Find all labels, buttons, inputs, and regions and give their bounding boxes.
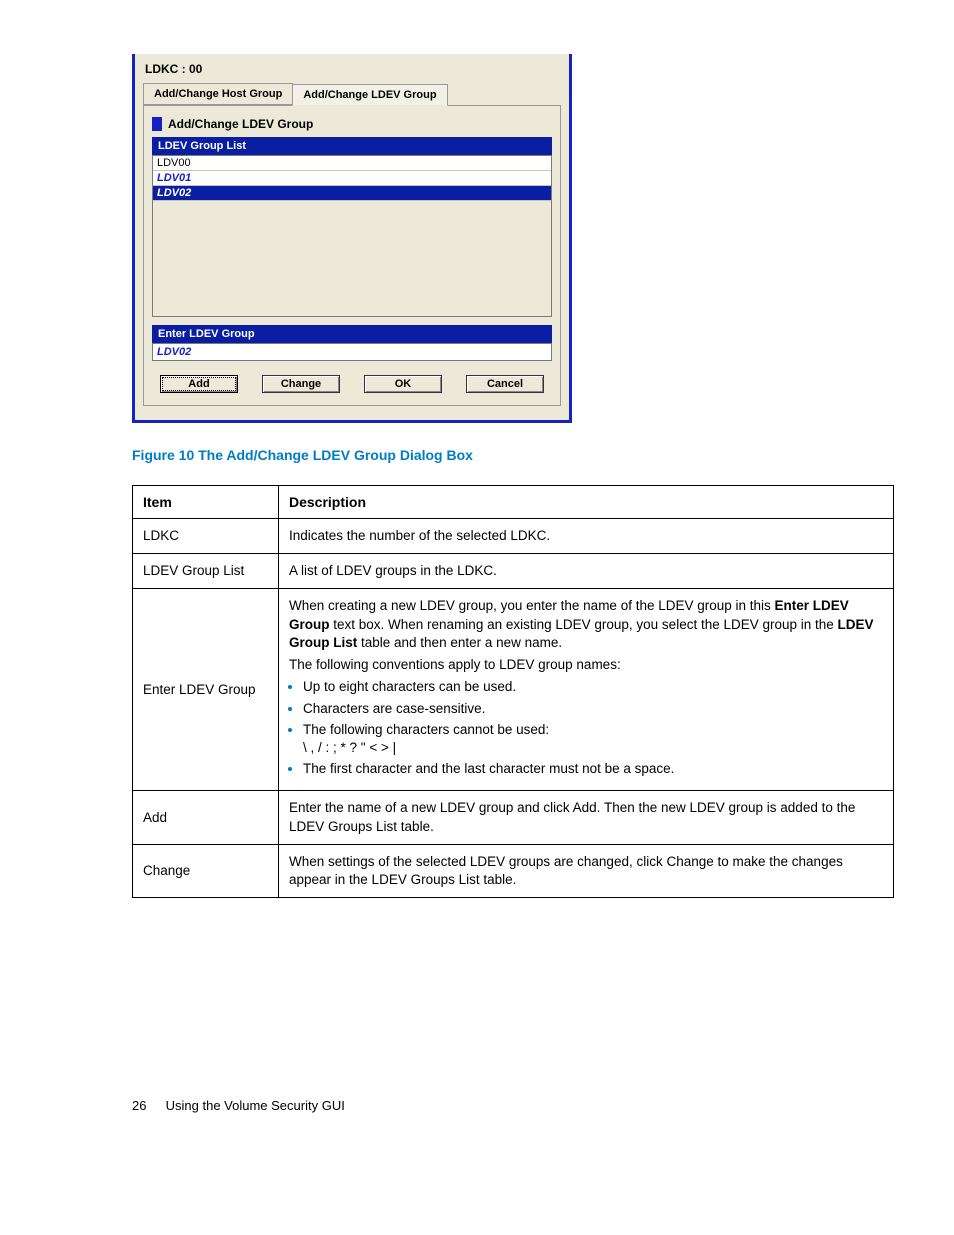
tab-host-group[interactable]: Add/Change Host Group — [143, 83, 293, 105]
list-item: The following characters cannot be used:… — [303, 721, 883, 757]
list-item[interactable]: LDV02 — [153, 186, 551, 201]
cell-desc: When creating a new LDEV group, you ente… — [279, 589, 894, 791]
section-title: Add/Change LDEV Group — [152, 117, 552, 131]
list-item: Up to eight characters can be used. — [303, 678, 883, 696]
cell-desc: Enter the name of a new LDEV group and c… — [279, 791, 894, 844]
page-footer: 26 Using the Volume Security GUI — [132, 1098, 894, 1113]
table-row: Change When settings of the selected LDE… — [133, 844, 894, 897]
ldev-group-list-header: LDEV Group List — [152, 137, 552, 155]
cell-item: LDKC — [133, 519, 279, 554]
th-desc: Description — [279, 486, 894, 519]
list-item[interactable]: LDV00 — [153, 156, 551, 171]
list-item[interactable]: LDV01 — [153, 171, 551, 186]
tab-ldev-group[interactable]: Add/Change LDEV Group — [292, 84, 447, 106]
table-row: Add Enter the name of a new LDEV group a… — [133, 791, 894, 844]
th-item: Item — [133, 486, 279, 519]
description-table: Item Description LDKC Indicates the numb… — [132, 485, 894, 898]
ok-button[interactable]: OK — [364, 375, 442, 393]
cell-desc: Indicates the number of the selected LDK… — [279, 519, 894, 554]
cell-item: LDEV Group List — [133, 554, 279, 589]
cell-item: Change — [133, 844, 279, 897]
ldev-group-list[interactable]: LDV00 LDV01 LDV02 — [152, 155, 552, 317]
table-row: Enter LDEV Group When creating a new LDE… — [133, 589, 894, 791]
list-item: The first character and the last charact… — [303, 760, 883, 778]
tab-strip: Add/Change Host Group Add/Change LDEV Gr… — [143, 83, 561, 106]
dialog-box: LDKC : 00 Add/Change Host Group Add/Chan… — [132, 54, 572, 423]
change-button[interactable]: Change — [262, 375, 340, 393]
enter-ldev-group-input[interactable]: LDV02 — [152, 343, 552, 361]
list-item: Characters are case-sensitive. — [303, 700, 883, 718]
dialog-title: LDKC : 00 — [145, 62, 561, 76]
figure-caption: Figure 10 The Add/Change LDEV Group Dial… — [132, 447, 894, 463]
table-row: LDEV Group List A list of LDEV groups in… — [133, 554, 894, 589]
enter-ldev-group-header: Enter LDEV Group — [152, 325, 552, 343]
section-marker-icon — [152, 117, 162, 131]
section-title-text: Add/Change LDEV Group — [168, 117, 313, 131]
page-number: 26 — [132, 1098, 162, 1113]
cell-item: Enter LDEV Group — [133, 589, 279, 791]
cell-desc: A list of LDEV groups in the LDKC. — [279, 554, 894, 589]
footer-text: Using the Volume Security GUI — [166, 1098, 345, 1113]
cell-desc: When settings of the selected LDEV group… — [279, 844, 894, 897]
cell-item: Add — [133, 791, 279, 844]
table-row: LDKC Indicates the number of the selecte… — [133, 519, 894, 554]
button-row: Add Change OK Cancel — [152, 375, 552, 393]
cancel-button[interactable]: Cancel — [466, 375, 544, 393]
add-button[interactable]: Add — [160, 375, 238, 393]
tab-panel-ldev: Add/Change LDEV Group LDEV Group List LD… — [143, 106, 561, 406]
